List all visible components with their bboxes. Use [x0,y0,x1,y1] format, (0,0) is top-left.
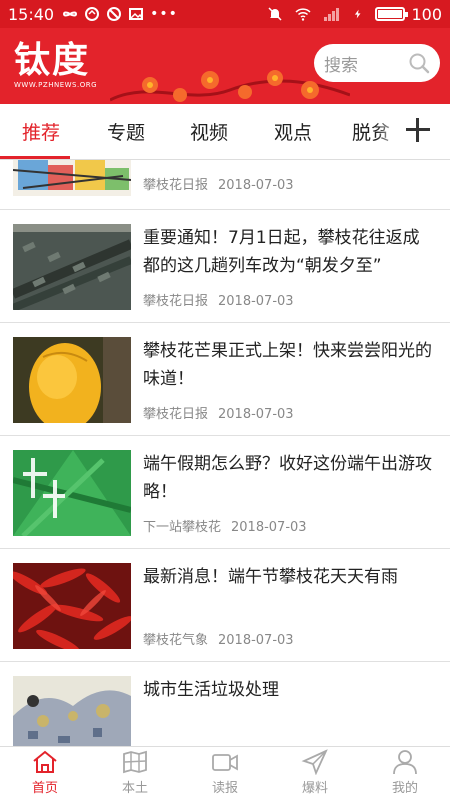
news-item[interactable]: 攀枝花芒果正式上架！快来尝尝阳光的味道！ 攀枝花日报 2018-07-03 [0,323,450,436]
nav-tip-off[interactable]: 爆料 [280,749,350,799]
news-source: 攀枝花日报 [143,178,209,193]
news-thumbnail [13,563,131,649]
logo-url: WWW.PZHNEWS.ORG [14,81,98,89]
news-date: 2018-07-03 [218,633,294,648]
wifi-icon [295,8,311,21]
news-meta: 下一站攀枝花 2018-07-03 [143,516,307,535]
tab-fade [376,104,402,158]
bottom-navigation: 首页 本土 读报 爆料 我的 [0,746,450,800]
news-thumbnail [13,337,131,423]
category-tabs: 推荐 专题 视频 观点 脱贫 [0,104,450,160]
news-meta: 攀枝花日报 2018-07-03 [143,290,294,309]
battery-percent: 100 [411,4,442,24]
active-tab-indicator [0,156,70,159]
nav-label: 我的 [391,781,418,796]
map-icon [123,750,147,774]
add-channel-icon[interactable] [404,116,432,144]
nav-label: 本土 [121,781,148,796]
news-thumbnail [13,224,131,310]
more-icon: ••• [150,6,178,22]
news-item[interactable]: 城市生活垃圾处理 [0,662,450,746]
news-source: 攀枝花日报 [143,407,209,422]
news-meta: 攀枝花日报 2018-07-03 [143,403,294,422]
home-icon [33,750,57,773]
app-header: 钛度 WWW.PZHNEWS.ORG 搜索 [0,28,450,104]
search-placeholder: 搜索 [324,55,358,76]
news-source: 下一站攀枝花 [143,520,222,535]
news-item[interactable]: 攀枝花日报 2018-07-03 [0,160,450,210]
news-item[interactable]: 重要通知！7月1日起，攀枝花往返成都的这几趟列车改为“朝发夕至” 攀枝花日报 20… [0,210,450,323]
news-date: 2018-07-03 [218,407,294,422]
news-thumbnail [13,160,131,196]
search-icon[interactable] [408,52,430,74]
status-time: 15:40 [8,4,55,24]
battery-icon [375,7,409,21]
mute-icon [268,7,282,21]
user-icon [393,750,417,775]
news-title[interactable]: 端午假期怎么野？收好这份端午出游攻略！ [143,450,435,506]
search-box[interactable]: 搜索 [314,44,440,82]
app-logo: 钛度 WWW.PZHNEWS.ORG [14,40,97,89]
logo-text: 钛度 [14,39,91,81]
nav-label: 爆料 [301,781,328,796]
nav-home[interactable]: 首页 [10,749,80,799]
signal-icon [324,8,340,21]
sync-icon [85,7,100,21]
news-title[interactable]: 攀枝花芒果正式上架！快来尝尝阳光的味道！ [143,337,435,393]
charging-icon [355,9,361,19]
news-date: 2018-07-03 [218,178,294,193]
news-thumbnail [13,450,131,536]
news-source: 攀枝花日报 [143,294,209,309]
image-icon [129,8,144,20]
news-source: 攀枝花气象 [143,633,209,648]
nav-local[interactable]: 本土 [100,749,170,799]
block-icon [107,7,122,21]
infinity-icon [63,11,78,17]
news-meta: 攀枝花气象 2018-07-03 [143,629,294,648]
news-item[interactable]: 端午假期怎么野？收好这份端午出游攻略！ 下一站攀枝花 2018-07-03 [0,436,450,549]
video-icon [212,754,238,771]
nav-mine[interactable]: 我的 [370,749,440,799]
news-title[interactable]: 城市生活垃圾处理 [143,676,435,704]
news-meta: 攀枝花日报 2018-07-03 [143,174,294,193]
news-date: 2018-07-03 [218,294,294,309]
status-bar: 15:40 ••• 100 [0,0,450,28]
tab-recommend[interactable]: 推荐 [22,118,60,145]
news-title[interactable]: 重要通知！7月1日起，攀枝花往返成都的这几趟列车改为“朝发夕至” [143,224,435,280]
nav-label: 首页 [31,781,58,796]
news-feed[interactable]: 攀枝花日报 2018-07-03 重要通知！7月1日起，攀枝花往返成都的这几趟列… [0,160,450,746]
nav-label: 读报 [211,781,238,796]
tab-video[interactable]: 视频 [190,118,228,145]
news-item[interactable]: 最新消息！端午节攀枝花天天有雨 攀枝花气象 2018-07-03 [0,549,450,662]
news-thumbnail [13,676,131,746]
tab-opinion[interactable]: 观点 [274,118,312,145]
news-title[interactable]: 最新消息！端午节攀枝花天天有雨 [143,563,435,591]
send-icon [301,749,328,775]
nav-read-paper[interactable]: 读报 [190,749,260,799]
tab-topics[interactable]: 专题 [107,118,145,145]
news-date: 2018-07-03 [231,520,307,535]
